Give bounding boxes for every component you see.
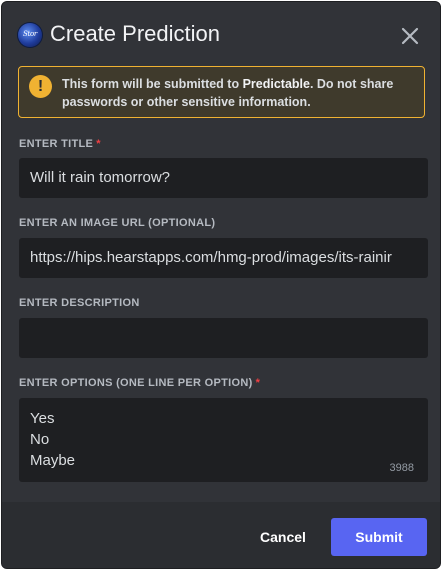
title-label-text: ENTER TITLE (19, 138, 94, 150)
warning-icon: ! (29, 75, 52, 98)
title-label: ENTER TITLE * (19, 138, 101, 150)
description-input[interactable] (19, 318, 428, 358)
option-line: Maybe (30, 452, 76, 469)
option-line: Yes (30, 410, 55, 427)
modal-header: Stor Create Prediction (2, 2, 440, 64)
notice-app-name: Predictable (242, 77, 310, 91)
security-notice: ! This form will be submitted to Predict… (18, 66, 425, 118)
image-url-input-value: https://hips.hearstapps.com/hmg-prod/ima… (30, 249, 392, 266)
create-prediction-modal: Stor Create Prediction ! This form will … (1, 1, 441, 569)
notice-message: This form will be submitted to Predictab… (62, 75, 418, 111)
modal-footer: Cancel Submit (2, 502, 440, 568)
image-url-label: ENTER AN IMAGE URL (OPTIONAL) (19, 217, 216, 229)
app-logo-text: Stor (23, 30, 37, 38)
modal-title: Create Prediction (50, 21, 220, 46)
image-url-input[interactable]: https://hips.hearstapps.com/hmg-prod/ima… (19, 238, 428, 278)
title-input[interactable]: Will it rain tomorrow? (19, 158, 428, 198)
title-input-value: Will it rain tomorrow? (30, 169, 171, 186)
required-marker: * (255, 377, 261, 389)
description-label: ENTER DESCRIPTION (19, 297, 140, 309)
options-label-text: ENTER OPTIONS (ONE LINE PER OPTION) (19, 377, 253, 389)
required-marker: * (96, 138, 101, 150)
close-icon (401, 27, 419, 45)
option-line: No (30, 431, 50, 448)
submit-button[interactable]: Submit (331, 518, 427, 556)
options-textarea[interactable]: Yes No Maybe 3988 (19, 398, 428, 482)
notice-text-before: This form will be submitted to (62, 77, 243, 91)
options-label: ENTER OPTIONS (ONE LINE PER OPTION) * (19, 377, 260, 389)
close-button[interactable] (398, 24, 422, 48)
cancel-button[interactable]: Cancel (253, 518, 313, 556)
app-logo-icon: Stor (18, 23, 42, 47)
character-counter: 3988 (389, 462, 414, 474)
